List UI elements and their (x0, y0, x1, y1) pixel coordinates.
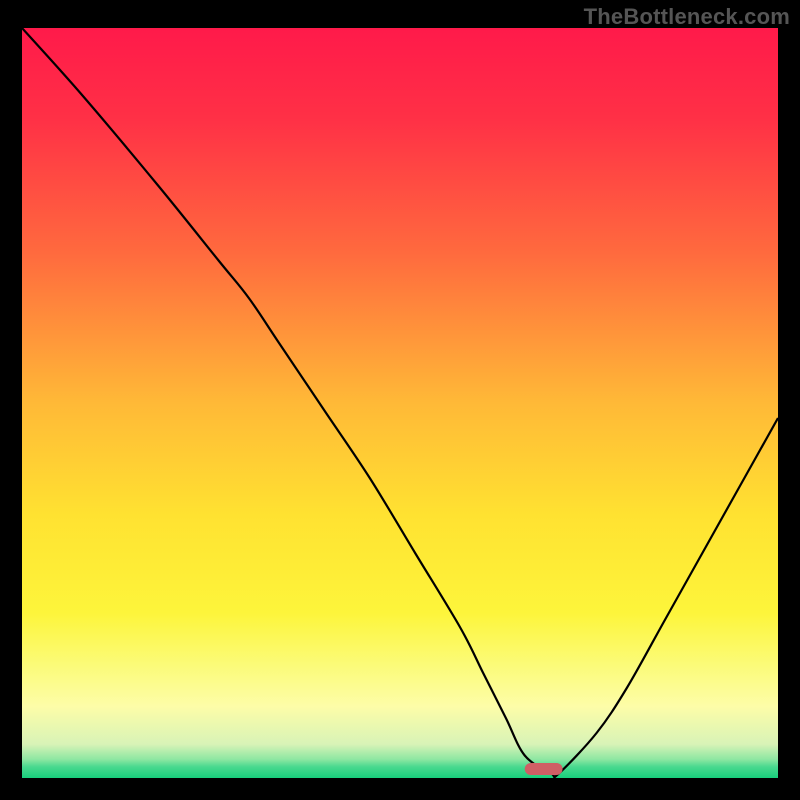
gradient-background (22, 28, 778, 778)
optimal-range-marker (525, 763, 563, 775)
watermark-text: TheBottleneck.com (584, 4, 790, 30)
chart-container: TheBottleneck.com (0, 0, 800, 800)
plot-area (22, 28, 778, 778)
chart-svg (22, 28, 778, 778)
